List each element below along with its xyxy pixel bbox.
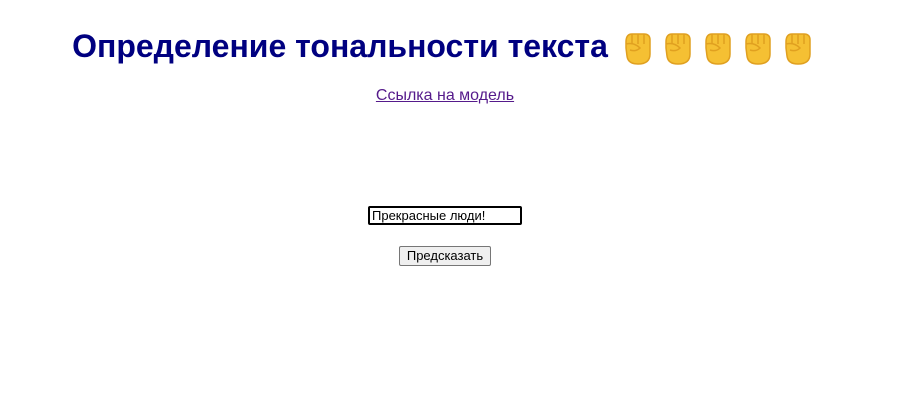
button-row: Предсказать [0, 246, 890, 266]
model-link-row: Ссылка на модель [0, 87, 890, 105]
raised-fist-icon [665, 33, 691, 65]
raised-fist-icon [705, 33, 731, 65]
raised-fist-icon [625, 33, 651, 65]
page: Определение тональности текста Ссылка на… [0, 0, 916, 404]
text-input[interactable] [368, 206, 522, 225]
predict-button[interactable]: Предсказать [398, 246, 492, 266]
emoji-group [618, 26, 818, 66]
title-row: Определение тональности текста [0, 26, 890, 66]
input-row [0, 206, 890, 225]
page-title: Определение тональности текста [72, 27, 608, 64]
raised-fist-icon [745, 33, 771, 65]
raised-fist-icon [785, 33, 811, 65]
model-link[interactable]: Ссылка на модель [376, 87, 514, 104]
